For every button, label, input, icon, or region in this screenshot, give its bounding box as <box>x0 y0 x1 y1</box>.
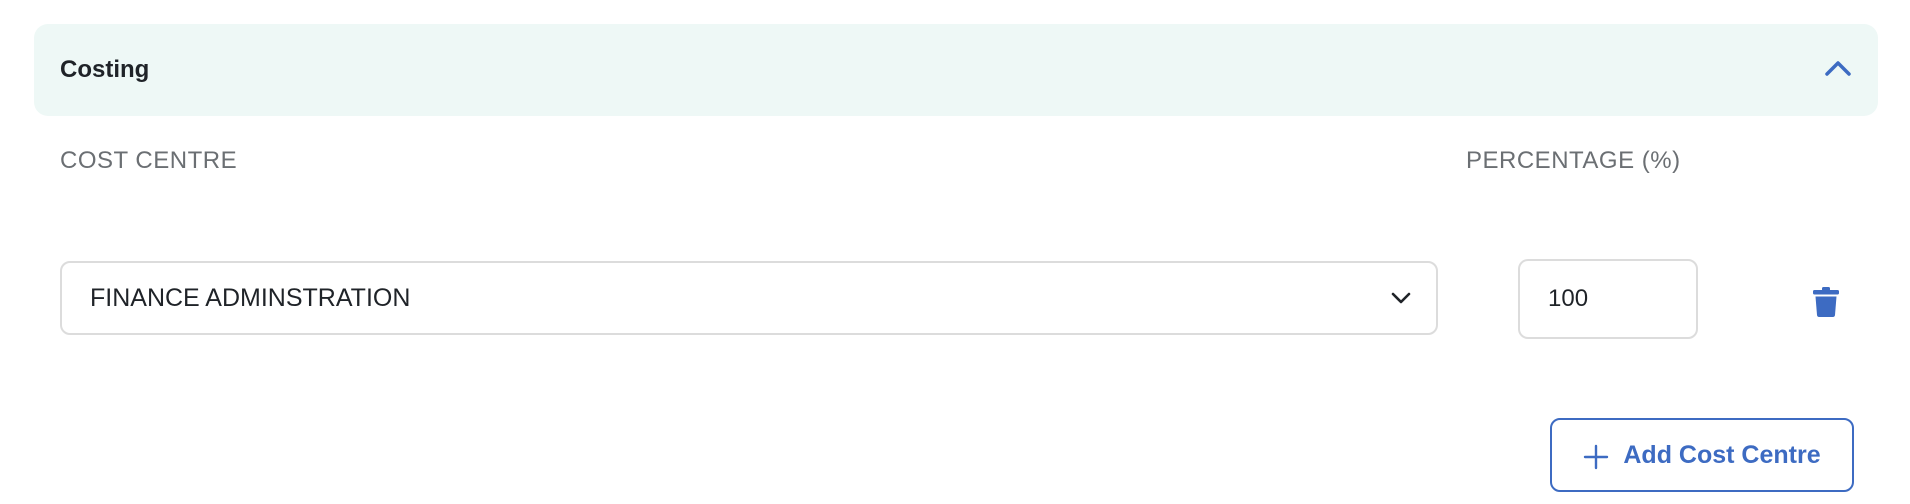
costing-panel: Costing COST CENTRE PERCENTAGE (%) FINAN… <box>0 0 1910 504</box>
percentage-column-label: PERCENTAGE (%) <box>1466 147 1681 174</box>
percentage-input[interactable] <box>1518 259 1698 339</box>
costing-section-header[interactable]: Costing <box>34 24 1878 116</box>
cost-centre-selected-value: FINANCE ADMINSTRATION <box>90 284 411 312</box>
cost-centre-select[interactable]: FINANCE ADMINSTRATION <box>60 261 1438 335</box>
section-title: Costing <box>60 56 150 83</box>
chevron-down-icon <box>1386 283 1416 313</box>
add-cost-centre-button[interactable]: Add Cost Centre <box>1550 418 1854 492</box>
chevron-up-icon <box>1824 59 1852 82</box>
add-cost-centre-label: Add Cost Centre <box>1623 440 1821 469</box>
cost-centre-column-label: COST CENTRE <box>60 147 238 174</box>
delete-row-button[interactable] <box>1808 286 1844 322</box>
plus-icon <box>1583 444 1609 470</box>
trash-icon <box>1812 286 1840 323</box>
collapse-toggle-button[interactable] <box>1816 48 1860 92</box>
